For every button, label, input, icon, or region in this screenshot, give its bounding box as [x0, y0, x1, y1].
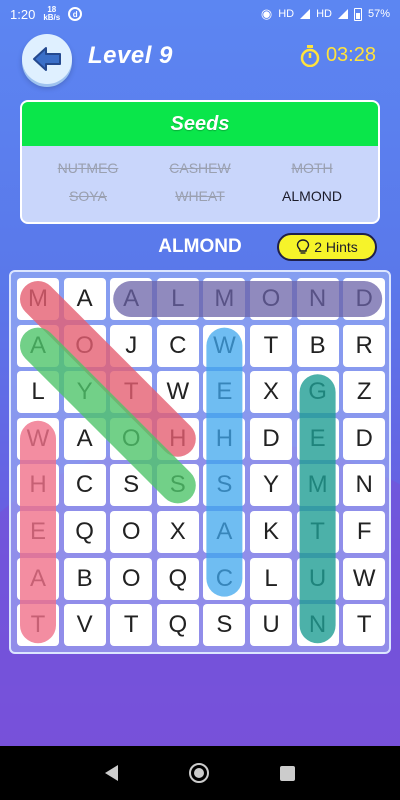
word-item: WHEAT — [175, 188, 225, 204]
status-bar: 1:20 18 kB/s d ◉ HD HD 57% — [0, 0, 400, 28]
lightbulb-icon — [297, 239, 310, 254]
word-item: SOYA — [69, 188, 107, 204]
signal-icon-2 — [337, 9, 348, 19]
word-list: NUTMEG CASHEW MOTH SOYA WHEAT ALMOND — [22, 146, 378, 204]
timer: 03:28 — [300, 44, 376, 67]
nav-recents-icon[interactable] — [279, 765, 295, 781]
level-title: Level 9 — [88, 42, 173, 69]
network-speed: 18 kB/s — [43, 5, 61, 22]
word-item: ALMOND — [282, 188, 342, 204]
word-item: CASHEW — [169, 160, 231, 176]
hints-label: 2 Hints — [314, 239, 358, 255]
stopwatch-icon — [300, 44, 320, 67]
battery-level: 57% — [367, 8, 390, 20]
nav-back-icon[interactable] — [105, 765, 119, 781]
letter-grid: MAALMONDAOJCWTBRLYTWEXGZWAOHHDEDHCSSSYMN… — [9, 270, 391, 654]
sync-icon: d — [68, 7, 83, 21]
word-item: MOTH — [291, 160, 333, 176]
timer-value: 03:28 — [325, 44, 376, 66]
system-nav-bar — [0, 746, 400, 800]
battery-icon — [353, 7, 362, 21]
found-word-highlights — [20, 281, 383, 644]
back-button[interactable] — [22, 34, 72, 84]
network-type-1: HD — [278, 8, 295, 20]
wifi-icon: ◉ — [260, 6, 273, 21]
hints-button[interactable]: 2 Hints — [277, 233, 377, 261]
status-time: 1:20 — [10, 6, 36, 22]
signal-icon — [300, 9, 311, 19]
arrow-left-icon — [33, 47, 61, 71]
word-item: NUTMEG — [57, 160, 119, 176]
nav-home-icon[interactable] — [188, 763, 209, 783]
word-list-panel: Seeds NUTMEG CASHEW MOTH SOYA WHEAT ALMO… — [20, 100, 380, 224]
network-type-2: HD — [316, 8, 332, 20]
game-screen: 1:20 18 kB/s d ◉ HD HD 57% Level 9 03:28… — [0, 0, 400, 800]
current-word: ALMOND — [158, 236, 242, 257]
category-title: Seeds — [22, 102, 378, 146]
